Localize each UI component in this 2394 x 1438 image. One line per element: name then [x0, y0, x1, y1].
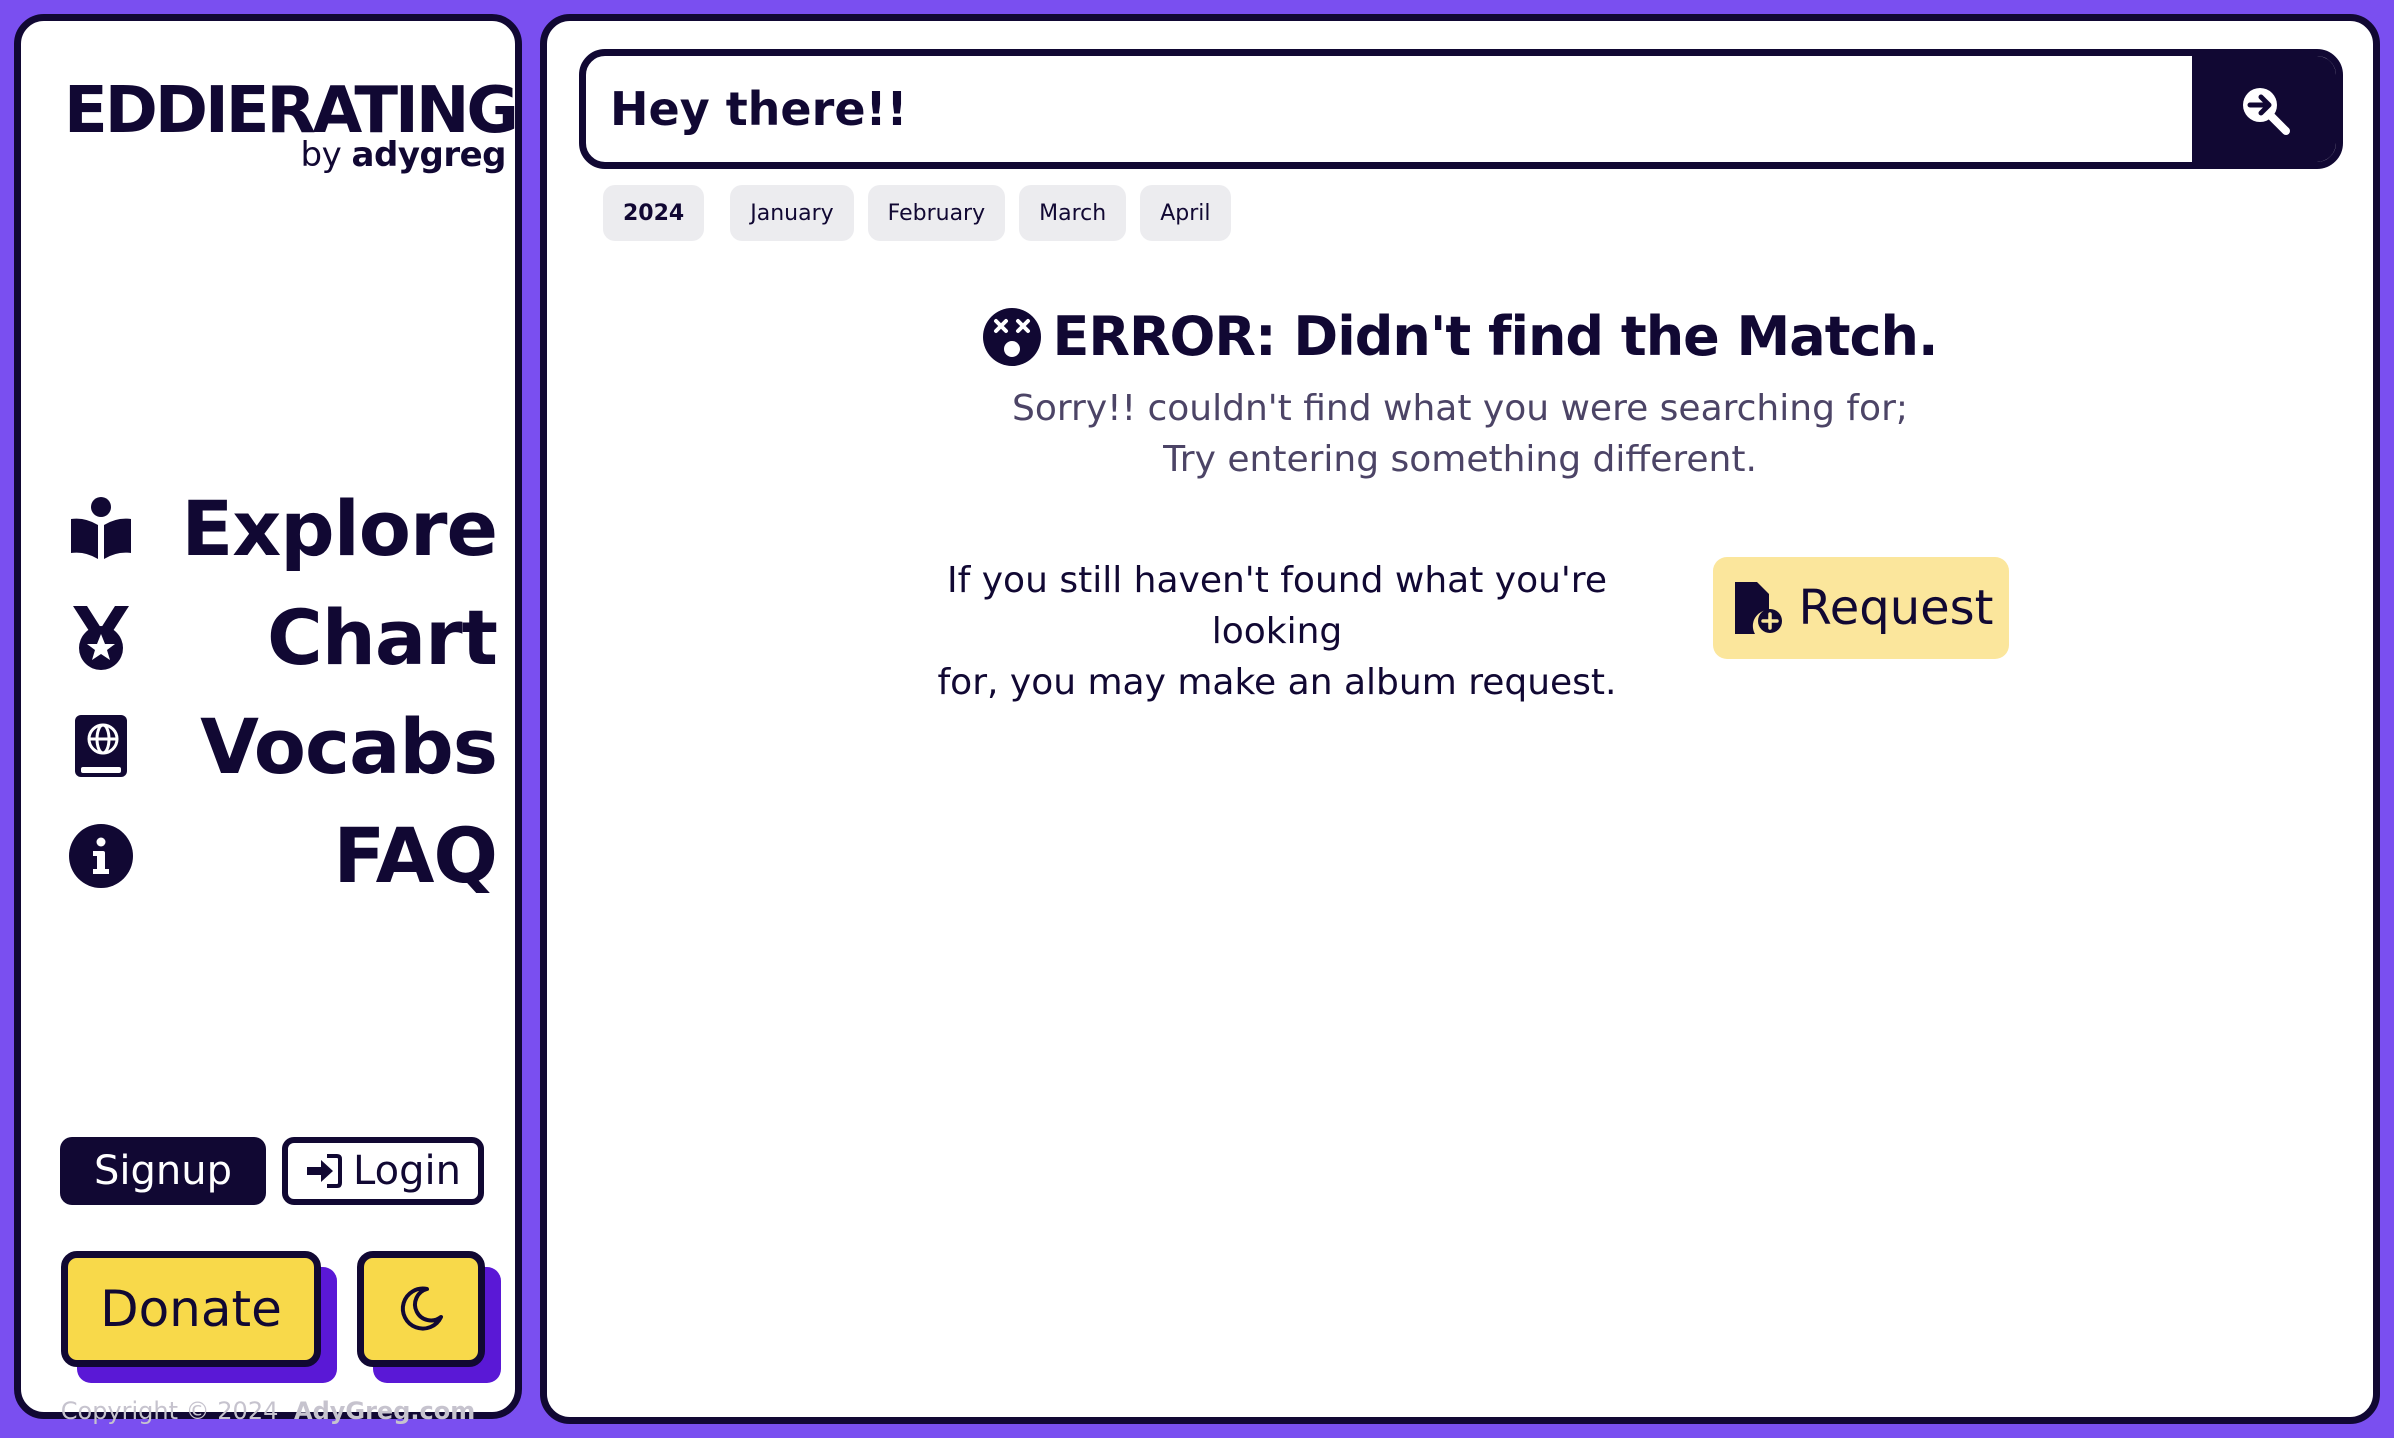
- error-line-2: Try entering something different.: [1163, 439, 1757, 480]
- nav-item-explore[interactable]: Explore: [61, 481, 498, 590]
- nav-item-faq[interactable]: FAQ: [61, 808, 498, 917]
- search-bar: [579, 49, 2343, 169]
- chip-month-march[interactable]: March: [1019, 185, 1127, 241]
- request-label: Request: [1798, 580, 1994, 636]
- brand-sub-prefix: by: [300, 135, 342, 175]
- info-icon: [69, 824, 133, 888]
- search-input[interactable]: [586, 56, 2198, 162]
- nav-label-faq: FAQ: [333, 811, 498, 900]
- file-plus-icon: [1734, 582, 1782, 634]
- login-button[interactable]: Login: [282, 1137, 484, 1205]
- copyright-link[interactable]: AdyGreg.com: [294, 1397, 475, 1425]
- nav-label-explore: Explore: [181, 484, 498, 573]
- sidebar: EDDIERATING by adygreg Explore Chart Voc…: [14, 14, 522, 1425]
- login-icon: [307, 1154, 343, 1188]
- error-title: ERROR: Didn't find the Match.: [1052, 305, 1938, 368]
- brand-title: EDDIERATING: [64, 74, 519, 148]
- error-heading: ERROR: Didn't find the Match.: [547, 305, 2373, 368]
- dizzy-face-icon: [983, 307, 1042, 366]
- book-reader-icon: [71, 497, 131, 559]
- request-text-line-2: for, you may make an album request.: [937, 662, 1617, 703]
- search-button[interactable]: [2192, 56, 2336, 162]
- copyright-text: Copyright © 2024: [60, 1397, 279, 1425]
- nav-item-vocabs[interactable]: Vocabs: [61, 699, 498, 808]
- request-prompt: If you still haven't found what you're l…: [887, 555, 1667, 708]
- search-arrow-icon: [2243, 88, 2290, 135]
- request-text-line-1: If you still haven't found what you're l…: [947, 560, 1607, 652]
- nav-label-vocabs: Vocabs: [200, 702, 498, 791]
- chip-year-2024[interactable]: 2024: [603, 185, 705, 241]
- error-line-1: Sorry!! couldn't find what you were sear…: [1012, 388, 1908, 429]
- moon-icon: [400, 1286, 443, 1331]
- error-message: Sorry!! couldn't find what you were sear…: [547, 383, 2373, 485]
- request-button[interactable]: Request: [1713, 557, 2009, 659]
- chip-month-january[interactable]: January: [730, 185, 854, 241]
- signup-button[interactable]: Signup: [60, 1137, 266, 1205]
- login-label: Login: [353, 1148, 461, 1194]
- brand-sub-name: adygreg: [351, 135, 507, 175]
- globe-book-icon: [75, 715, 127, 777]
- nav-item-chart[interactable]: Chart: [61, 590, 498, 699]
- brand-subtitle: by adygreg: [300, 135, 507, 175]
- medal-icon: [73, 606, 129, 670]
- donate-button[interactable]: Donate: [61, 1251, 321, 1367]
- main-panel: 2024 January February March April ERROR:…: [540, 14, 2380, 1424]
- brand-logo[interactable]: EDDIERATING by adygreg: [64, 74, 519, 175]
- copyright: Copyright © 2024 AdyGreg.com: [21, 1397, 515, 1425]
- chip-month-april[interactable]: April: [1140, 185, 1231, 241]
- nav-label-chart: Chart: [267, 593, 498, 682]
- date-filter-chips: 2024 January February March April: [603, 185, 1245, 241]
- chip-month-february[interactable]: February: [867, 185, 1006, 241]
- theme-toggle-button[interactable]: [357, 1251, 485, 1367]
- sidebar-nav: Explore Chart Vocabs FAQ: [61, 481, 498, 917]
